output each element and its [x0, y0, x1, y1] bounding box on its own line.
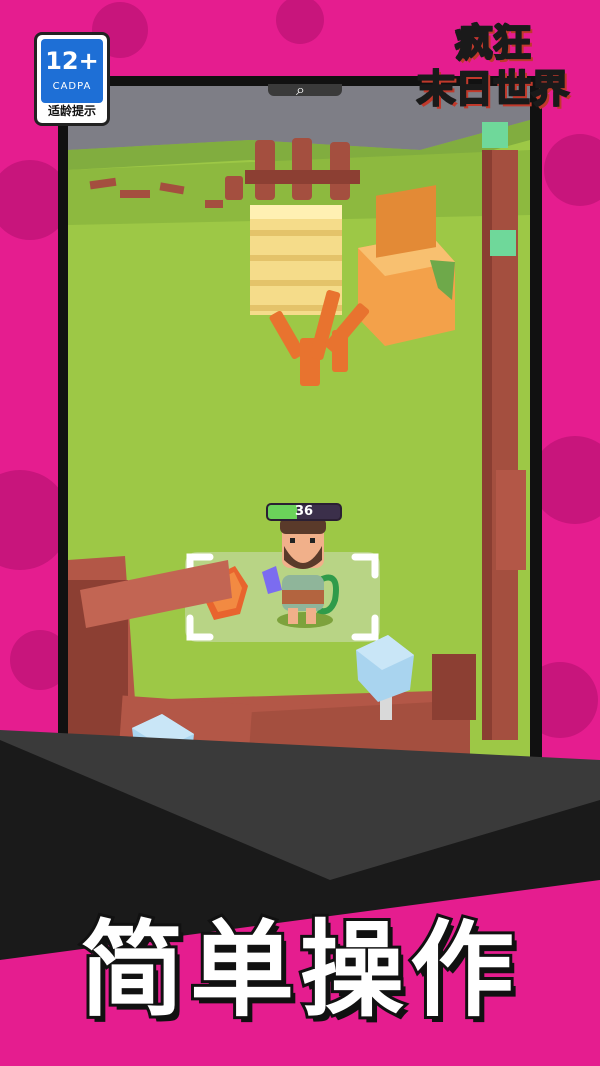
logo-line-1: 疯狂 — [454, 20, 532, 66]
promo-tagline: 简单操作 — [77, 906, 520, 1034]
zoom-tab[interactable]: ⌕ — [268, 80, 342, 99]
age-rating-note: 适龄提示 — [47, 104, 96, 118]
age-rating-org: CADPA — [52, 81, 92, 92]
logo-line-2: 末日世界 — [416, 66, 570, 112]
game-logo: 疯狂 末日世界 — [400, 20, 586, 120]
health-value: 36 — [294, 504, 314, 519]
age-rating-number: 12+ — [45, 47, 99, 75]
player-health-bar: 36 — [266, 503, 342, 521]
age-rating-panel: 12+ CADPA — [41, 39, 103, 103]
search-icon: ⌕ — [296, 80, 305, 99]
age-rating-badge: 12+ CADPA 适龄提示 — [34, 32, 110, 126]
